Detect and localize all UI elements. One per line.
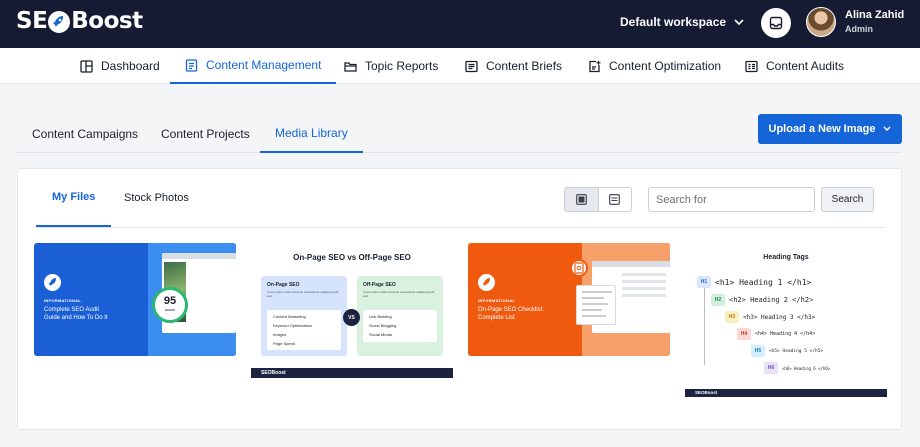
workspace-selector[interactable]: Default workspace — [620, 15, 744, 29]
nav-item-content-management[interactable]: Content Management — [170, 48, 337, 84]
heading-row-h6: H6 <h6> Heading 6 </h6> — [764, 362, 830, 374]
nav-item-content-optimization[interactable]: Content Optimization — [588, 48, 721, 84]
thumbnail-title-line2: Guide and How To Do It — [44, 315, 108, 321]
heading-row-h3: H3 <h3> Heading 3 </h3> — [725, 311, 815, 323]
thumbnail-title: On-Page SEO vs Off-Page SEO — [293, 253, 411, 262]
thumbnail-title-line2: Complete List — [478, 315, 515, 321]
grid-view-icon[interactable] — [565, 188, 599, 211]
onpage-column: On-Page SEO Lorem ipsum dolor sit amet c… — [261, 276, 347, 356]
tab-stock-photos[interactable]: Stock Photos — [124, 169, 189, 227]
search-doc-icon — [570, 259, 588, 277]
top-bar: SE Boost Default workspace Alina Zahid A… — [0, 0, 920, 48]
nav-item-content-briefs[interactable]: Content Briefs — [465, 48, 562, 84]
chevron-down-icon — [883, 126, 891, 131]
thumbnail-tag: INFORMATIONAL — [478, 298, 516, 303]
seoboost-logo[interactable]: SE Boost — [16, 8, 143, 34]
thumbnail-footer: SEOBoost — [251, 368, 453, 378]
workspace-label: Default workspace — [620, 15, 727, 29]
tabs-divider — [34, 227, 884, 228]
nav-item-topic-reports[interactable]: Topic Reports — [344, 48, 438, 84]
avatar[interactable] — [806, 7, 836, 37]
search-input[interactable] — [648, 187, 815, 212]
search-button[interactable]: Search — [821, 187, 874, 212]
thumbnail-tag: INFORMATIONAL — [44, 298, 82, 303]
thumbnail-footer: SEOBoost — [685, 389, 887, 397]
media-thumbnail-seo-audit[interactable]: INFORMATIONAL Complete SEO Audit Guide a… — [34, 243, 236, 356]
thumbnail-title: Heading Tags — [763, 254, 809, 261]
logo-text-end: Boost — [71, 8, 143, 34]
checklist-popup — [576, 285, 616, 325]
tab-content-projects[interactable]: Content Projects — [161, 114, 250, 153]
logo-text-start: SE — [16, 8, 48, 34]
heading-row-h1: H1 <h1> Heading 1 </h1> — [697, 276, 811, 288]
heading-row-h2: H2 <h2> Heading 2 </h2> — [711, 294, 813, 306]
tab-content-campaigns[interactable]: Content Campaigns — [32, 114, 138, 153]
nav-item-dashboard[interactable]: Dashboard — [80, 48, 160, 84]
inbox-button[interactable] — [761, 8, 791, 38]
view-mode-toggle — [564, 187, 632, 212]
media-thumbnail-onpage-vs-offpage[interactable]: On-Page SEO vs Off-Page SEO On-Page SEO … — [251, 243, 453, 378]
media-library-panel: My Files Stock Photos Search INFORMATION… — [17, 168, 902, 430]
edit-doc-icon — [589, 60, 601, 72]
tab-my-files[interactable]: My Files — [36, 169, 112, 227]
rocket-icon — [48, 11, 71, 33]
folder-icon — [344, 61, 357, 72]
heading-row-h5: H5 <h5> Heading 5 </h5> — [751, 345, 823, 357]
offpage-column: Off-Page SEO Lorem ipsum dolor sit amet … — [357, 276, 443, 356]
brief-icon — [465, 60, 478, 72]
chevron-down-icon — [734, 18, 744, 25]
thumbnail-title-line1: On-Page SEO Checklist: — [478, 307, 545, 313]
user-role: Admin — [845, 24, 873, 34]
user-name: Alina Zahid — [845, 9, 905, 21]
heading-row-h4: H4 <h4> Heading 4 </h4> — [737, 328, 815, 340]
media-thumbnail-heading-tags[interactable]: Heading Tags H1 <h1> Heading 1 </h1> H2 … — [685, 243, 887, 398]
nav-item-content-audits[interactable]: Content Audits — [745, 48, 844, 84]
rocket-icon — [478, 274, 495, 291]
audit-icon — [745, 60, 758, 72]
tab-media-library[interactable]: Media Library — [260, 114, 363, 153]
rocket-icon — [44, 274, 61, 291]
vs-badge: VS — [343, 309, 360, 326]
document-list-icon — [185, 58, 198, 72]
upload-image-button[interactable]: Upload a New Image — [758, 114, 902, 144]
seo-score-badge: 95 score — [152, 287, 188, 323]
list-view-icon[interactable] — [599, 188, 632, 211]
main-navigation: Dashboard Content Management Topic Repor… — [0, 48, 920, 84]
inbox-icon — [769, 16, 783, 30]
media-thumbnail-onpage-checklist[interactable]: INFORMATIONAL On-Page SEO Checklist: Com… — [468, 243, 670, 356]
thumbnail-title-line1: Complete SEO Audit — [44, 307, 100, 313]
layout-icon — [80, 59, 93, 73]
